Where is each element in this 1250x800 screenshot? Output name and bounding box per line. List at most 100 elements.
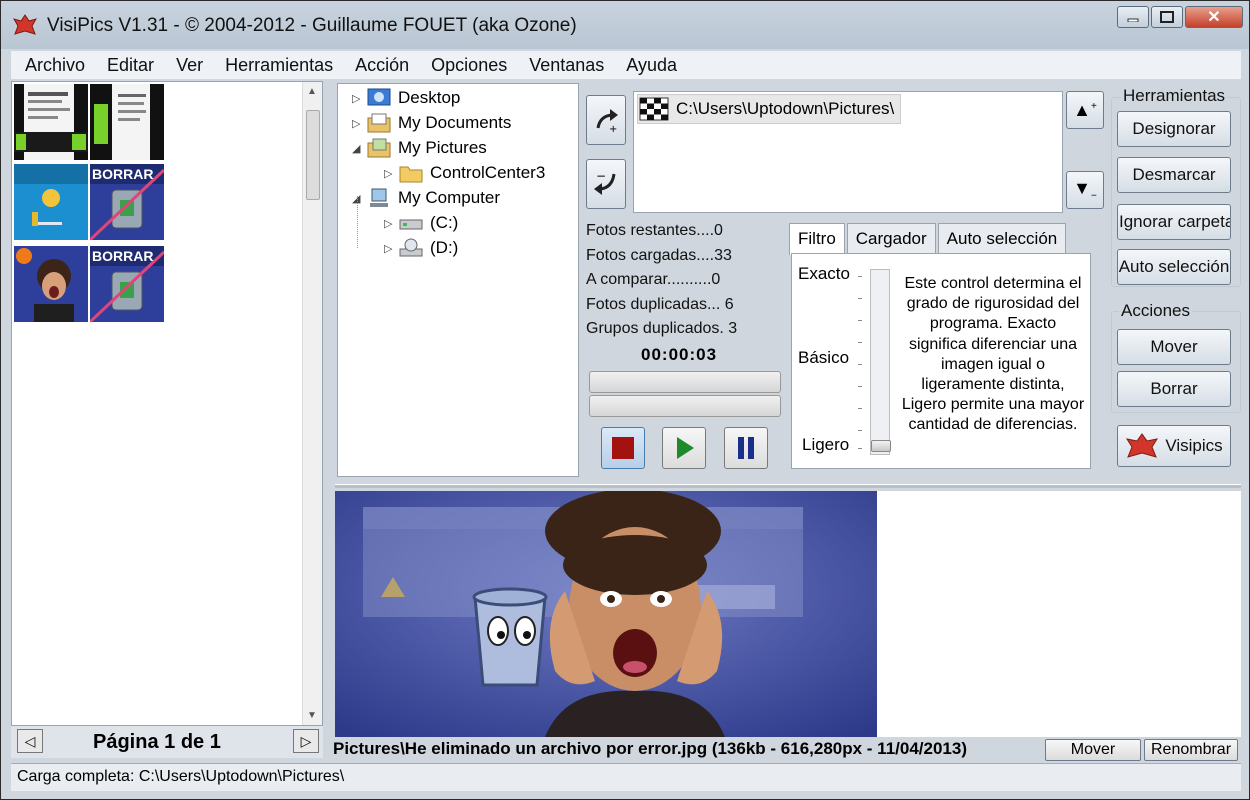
ignorar-carpeta-button[interactable]: Ignorar carpeta (1117, 204, 1231, 240)
tree-item-label: ControlCenter3 (430, 163, 546, 182)
thumbnail[interactable] (14, 246, 88, 322)
folder-list[interactable]: C:\Users\Uptodown\Pictures\ (633, 91, 1063, 213)
folder-list-item[interactable]: C:\Users\Uptodown\Pictures\ (637, 94, 902, 124)
tree-item-label: My Documents (398, 113, 512, 132)
thumbnail-image (14, 164, 88, 240)
collapse-arrow-icon[interactable]: ◢ (352, 142, 366, 155)
tree-item-label: (D:) (430, 238, 459, 257)
visipics-window: VisiPics V1.31 - © 2004-2012 - Guillaume… (0, 0, 1250, 800)
preview-image (335, 491, 877, 737)
scroll-up-icon[interactable]: ▲ (307, 86, 317, 97)
tools-group-label: Herramientas (1121, 86, 1228, 106)
collapse-arrow-icon[interactable]: ◢ (352, 192, 366, 205)
documents-icon (367, 113, 391, 133)
thumbnail[interactable]: BORRAR (90, 164, 164, 240)
tree-item-label: My Computer (398, 188, 501, 207)
menu-ayuda[interactable]: Ayuda (626, 55, 677, 76)
app-logo-icon (13, 14, 37, 35)
elapsed-timer: 00:00:03 (641, 345, 718, 364)
tab-auto-seleccion[interactable]: Auto selección (937, 223, 1067, 253)
level-basico-label: Básico (798, 348, 850, 367)
close-button[interactable]: ✕ (1185, 6, 1243, 28)
next-page-button[interactable]: ▷ (293, 729, 319, 753)
page-indicator: Página 1 de 1 (93, 731, 221, 753)
tree-item-desktop[interactable]: ▷ Desktop (352, 86, 460, 110)
expand-arrow-icon[interactable]: ▷ (352, 92, 366, 105)
expand-arrow-icon[interactable]: ▷ (384, 217, 398, 230)
redo-arrow-icon: + (596, 109, 618, 134)
menu-herramientas[interactable]: Herramientas (225, 55, 333, 76)
menu-accion[interactable]: Acción (355, 55, 409, 76)
menu-bar: Archivo Editar Ver Herramientas Acción O… (11, 51, 1241, 79)
move-down-button[interactable]: ▼− (1066, 171, 1104, 209)
pictures-icon (367, 138, 391, 158)
tab-filtro[interactable]: Filtro (789, 223, 845, 255)
menu-editar[interactable]: Editar (107, 55, 154, 76)
image-preview (335, 491, 1241, 737)
progress-bar-primary (589, 371, 781, 393)
tree-item-my-pictures[interactable]: ◢ My Pictures (352, 136, 487, 160)
thumbnail-scrollbar[interactable]: ▲ ▼ (302, 82, 322, 725)
thumbnail[interactable] (90, 84, 164, 160)
tree-item-label: My Pictures (398, 138, 487, 157)
pause-button[interactable] (724, 427, 768, 469)
tab-cargador[interactable]: Cargador (846, 223, 936, 253)
stat-duplicates: Fotos duplicadas... 6 (586, 295, 734, 313)
tree-item-drive-d[interactable]: ▷ (D:) (384, 236, 458, 260)
precision-slider-handle[interactable] (871, 440, 891, 452)
scroll-down-icon[interactable]: ▼ (307, 710, 317, 721)
tree-item-drive-c[interactable]: ▷ (C:) (384, 211, 458, 235)
maximize-button[interactable] (1151, 6, 1183, 28)
designorar-button[interactable]: Designorar (1117, 111, 1231, 147)
thumbnail-image (14, 84, 88, 160)
preview-picture (335, 491, 877, 737)
expand-arrow-icon[interactable]: ▷ (352, 117, 366, 130)
file-info: Pictures\He eliminado un archivo por err… (333, 739, 967, 758)
preview-move-button[interactable]: Mover (1045, 739, 1141, 761)
svg-text:+: + (609, 124, 617, 134)
mover-button[interactable]: Mover (1117, 329, 1231, 365)
scrollbar-thumb[interactable] (306, 110, 320, 200)
remove-folder-button[interactable]: − (586, 159, 626, 209)
stop-button[interactable] (601, 427, 645, 469)
rename-button[interactable]: Renombrar (1144, 739, 1238, 761)
delete-mark-label: BORRAR (92, 248, 154, 264)
menu-ver[interactable]: Ver (176, 55, 203, 76)
tree-item-controlcenter3[interactable]: ▷ ControlCenter3 (384, 161, 545, 185)
close-icon: ✕ (1207, 9, 1221, 26)
expand-arrow-icon[interactable]: ▷ (384, 242, 398, 255)
visipics-label: Visipics (1165, 436, 1223, 455)
auto-seleccion-button[interactable]: Auto selección (1117, 249, 1231, 285)
menu-archivo[interactable]: Archivo (25, 55, 85, 76)
desktop-icon (367, 88, 391, 106)
thumbnail-image (90, 84, 164, 160)
window-title: VisiPics V1.31 - © 2004-2012 - Guillaume… (47, 15, 577, 36)
thumbnail[interactable]: BORRAR (90, 246, 164, 322)
move-up-button[interactable]: ▲+ (1066, 91, 1104, 129)
minimize-button[interactable] (1117, 6, 1149, 28)
borrar-button[interactable]: Borrar (1117, 371, 1231, 407)
tree-item-my-computer[interactable]: ◢ My Computer (352, 186, 500, 210)
play-button[interactable] (662, 427, 706, 469)
menu-opciones[interactable]: Opciones (431, 55, 507, 76)
visipics-button[interactable]: Visipics (1117, 425, 1231, 467)
level-exacto-label: Exacto (798, 264, 850, 283)
undo-arrow-icon: − (594, 170, 616, 195)
previous-page-button[interactable]: ◁ (17, 729, 43, 753)
thumbnail[interactable] (14, 164, 88, 240)
tree-item-my-documents[interactable]: ▷ My Documents (352, 111, 511, 135)
folder-path: C:\Users\Uptodown\Pictures\ (676, 99, 895, 118)
svg-text:−: − (596, 170, 606, 183)
stat-compare: A comparar..........0 (586, 271, 721, 288)
thumbnail-panel[interactable]: BORRAR BORRAR ▲ ▼ (11, 81, 323, 726)
splitter[interactable] (335, 484, 1241, 488)
add-folder-button[interactable]: + (586, 95, 626, 145)
play-icon (677, 437, 694, 459)
desmarcar-button[interactable]: Desmarcar (1117, 157, 1231, 193)
triangle-up-icon: ▲+ (1073, 99, 1097, 120)
folder-tree[interactable]: ▷ Desktop ▷ My Documents ◢ My Pictures ▷… (337, 83, 579, 477)
precision-slider-track[interactable] (870, 269, 890, 455)
expand-arrow-icon[interactable]: ▷ (384, 167, 398, 180)
thumbnail[interactable] (14, 84, 88, 160)
menu-ventanas[interactable]: Ventanas (529, 55, 604, 76)
